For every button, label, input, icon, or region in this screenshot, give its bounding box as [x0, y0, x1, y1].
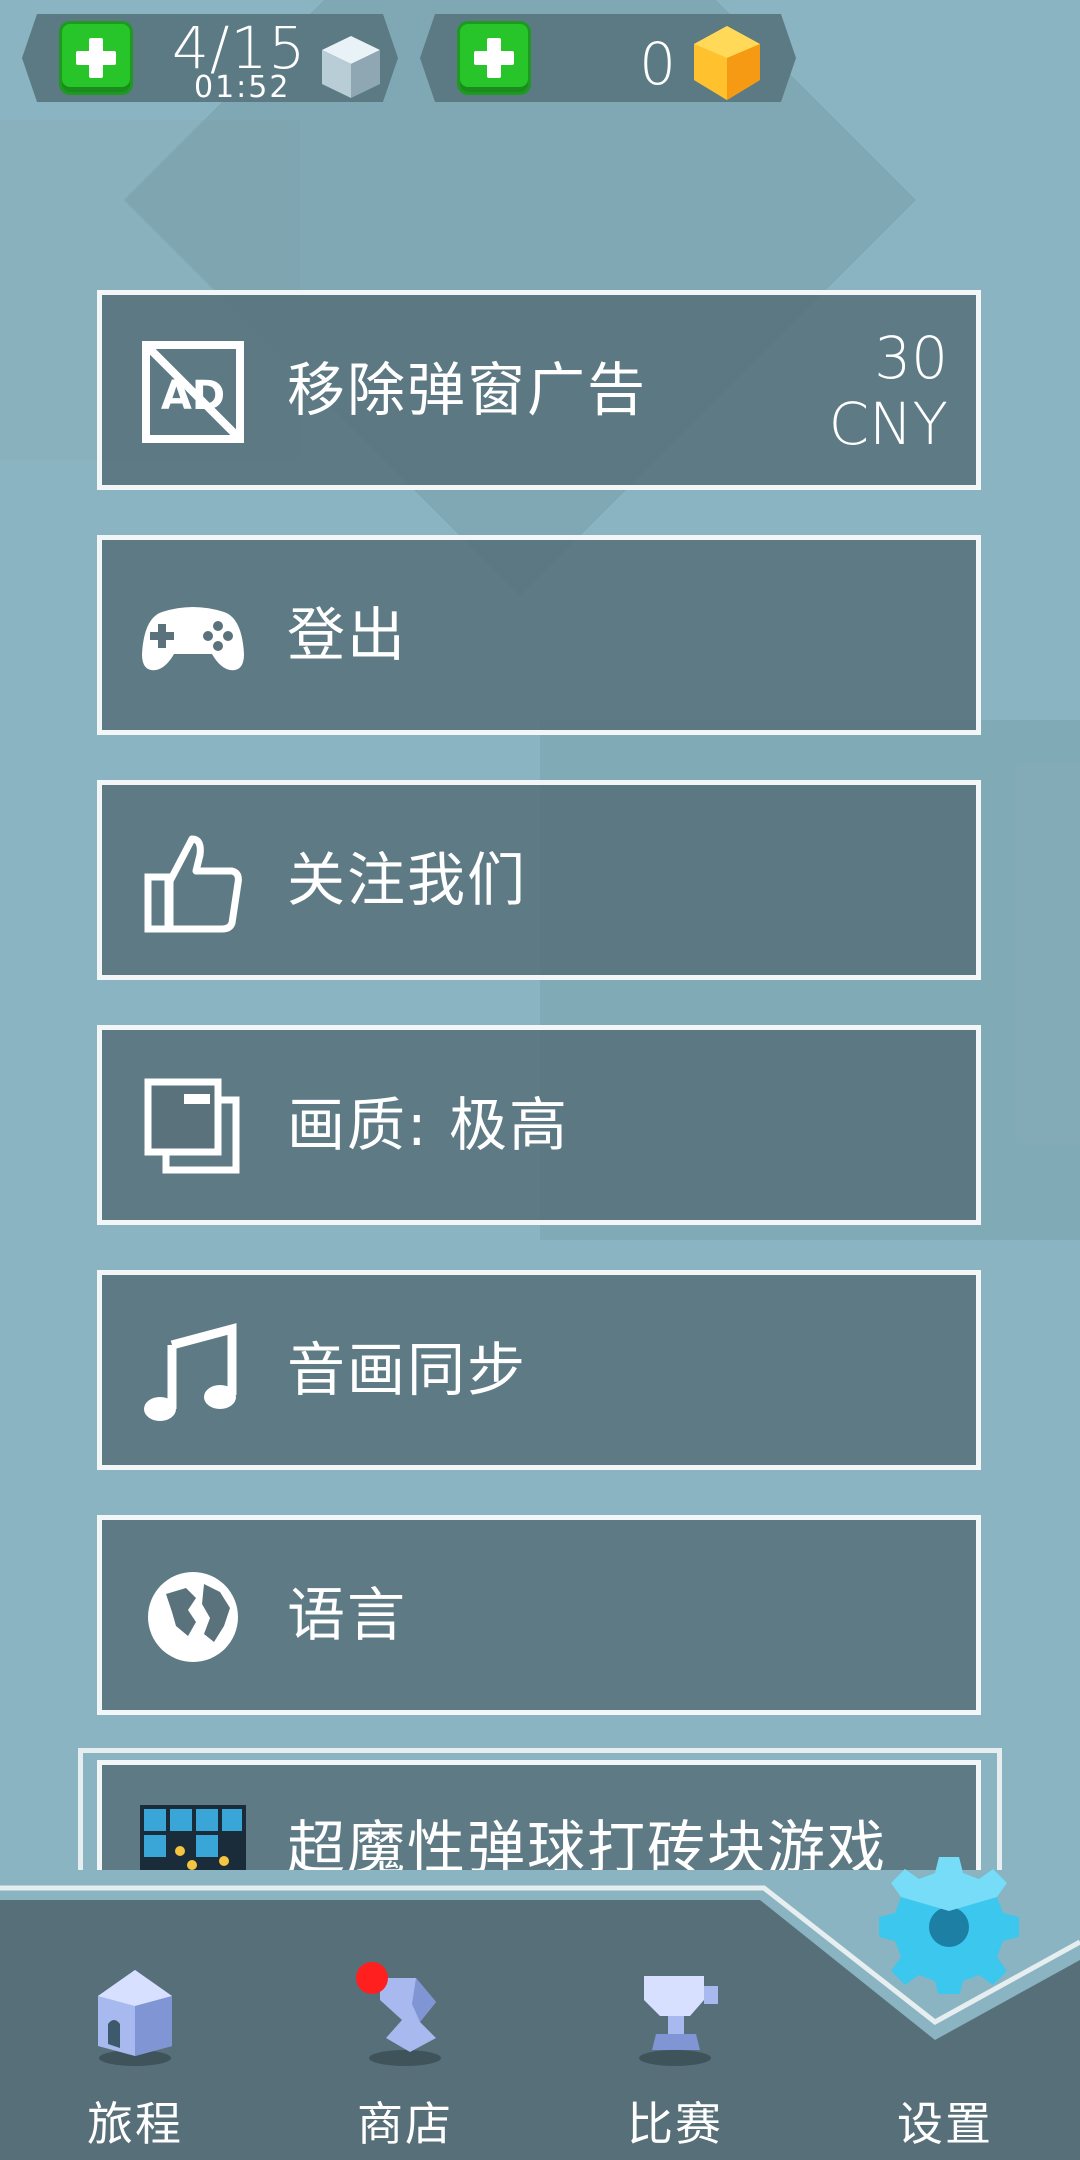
language-button[interactable]: 语言	[97, 1515, 981, 1715]
tab-label: 比赛	[627, 2097, 723, 2151]
windows-icon	[144, 1078, 240, 1174]
gamepad-icon	[142, 607, 244, 671]
gem-value: 0	[639, 30, 676, 98]
gem-counter: 0	[420, 14, 796, 102]
tab-journey[interactable]: 旅程	[0, 1900, 270, 2160]
tab-competition[interactable]: 比赛	[540, 1900, 810, 2160]
tab-label: 商店	[357, 2097, 453, 2151]
menu-label: 超魔性弹球打砖块游戏	[287, 1814, 888, 1870]
tab-shop[interactable]: 商店	[270, 1900, 540, 2160]
menu-label: 登出	[287, 601, 408, 669]
energy-counter: 4/15 01:52	[22, 14, 398, 105]
follow-us-button[interactable]: 关注我们	[97, 780, 981, 980]
globe-icon	[148, 1572, 238, 1662]
no-ads-icon: AD	[142, 341, 244, 443]
gear-icon	[879, 1857, 1019, 1994]
remove-ads-button[interactable]: AD 移除弹窗广告 30 CNY	[97, 290, 981, 490]
energy-timer: 01:52	[194, 70, 291, 105]
audio-sync-button[interactable]: 音画同步	[97, 1270, 981, 1470]
tab-label: 设置	[897, 2097, 993, 2151]
trophy-icon	[639, 1976, 718, 2066]
bottom-nav: 旅程 商店 比赛 设置	[0, 1857, 1080, 2160]
graphics-quality-button[interactable]: 画质: 极高	[97, 1025, 981, 1225]
menu-label: 移除弹窗广告	[287, 356, 648, 424]
menu-label: 关注我们	[287, 846, 528, 914]
promo-game-button[interactable]: 超魔性弹球打砖块游戏	[97, 1760, 981, 1870]
house-icon	[98, 1970, 172, 2066]
menu-label: 音画同步	[287, 1336, 528, 1404]
menu-label: 语言	[287, 1581, 408, 1649]
add-gems-button[interactable]	[460, 24, 528, 92]
price-currency: CNY	[828, 390, 948, 458]
cube-icon	[322, 36, 380, 98]
price-tag: 30 CNY	[829, 325, 948, 457]
music-note-icon	[144, 1323, 237, 1421]
tab-label: 旅程	[87, 2097, 183, 2151]
menu-label: 画质: 极高	[287, 1091, 569, 1159]
thumbs-up-icon	[144, 835, 242, 933]
notification-badge	[356, 1962, 388, 1994]
price-value: 30	[874, 324, 948, 392]
add-energy-button[interactable]	[62, 24, 130, 92]
tab-settings[interactable]: 设置	[810, 1857, 1080, 2160]
gem-icon	[694, 26, 760, 100]
sign-out-button[interactable]: 登出	[97, 535, 981, 735]
